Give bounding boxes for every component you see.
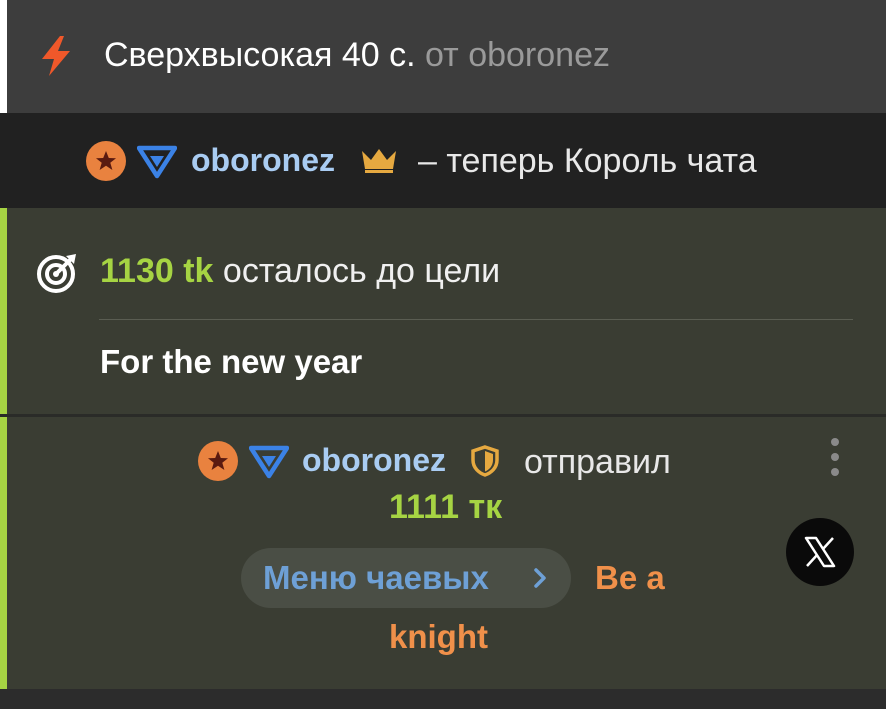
next-row-strip xyxy=(0,689,886,709)
more-icon[interactable] xyxy=(826,438,844,478)
tip-menu-button[interactable]: Меню чаевых xyxy=(241,548,571,608)
x-share-button[interactable] xyxy=(786,518,854,586)
tip-amount: 1111 тк xyxy=(389,488,503,526)
tip-item-line1: Be a xyxy=(595,559,665,596)
chevron-badge-icon xyxy=(137,145,177,179)
goal-title: For the new year xyxy=(100,343,363,380)
goal-divider xyxy=(99,319,853,320)
tip-item-line2: knight xyxy=(389,618,488,655)
speed-from-text: от oboronez xyxy=(425,36,610,74)
tip-action: отправил xyxy=(524,443,671,481)
goal-block xyxy=(0,208,886,415)
king-username[interactable]: oboronez xyxy=(191,141,335,179)
crown-icon xyxy=(362,149,396,173)
tip-username[interactable]: oboronez xyxy=(302,441,446,479)
goal-progress-text: 1130 tk осталось до цели xyxy=(100,251,500,291)
x-logo-icon xyxy=(804,536,836,568)
goal-amount: 1130 tk xyxy=(100,252,214,290)
speed-event-text: Сверхвысокая 40 с. от oboronez xyxy=(104,35,610,75)
speed-main-text: Сверхвысокая 40 с. xyxy=(104,36,416,74)
goal-remaining-label: осталось до цели xyxy=(222,252,501,290)
king-message: – теперь Король чата xyxy=(418,142,757,180)
lightning-icon xyxy=(42,36,70,76)
star-badge-icon xyxy=(198,441,238,481)
target-icon xyxy=(37,254,76,293)
chevron-right-icon xyxy=(534,568,546,588)
tip-menu-label: Меню чаевых xyxy=(263,559,489,596)
chevron-badge-icon xyxy=(249,445,289,479)
shield-icon xyxy=(471,445,499,477)
chat-feed: Сверхвысокая 40 с. от oboronez oboronez … xyxy=(0,0,886,709)
star-badge-icon xyxy=(86,141,126,181)
